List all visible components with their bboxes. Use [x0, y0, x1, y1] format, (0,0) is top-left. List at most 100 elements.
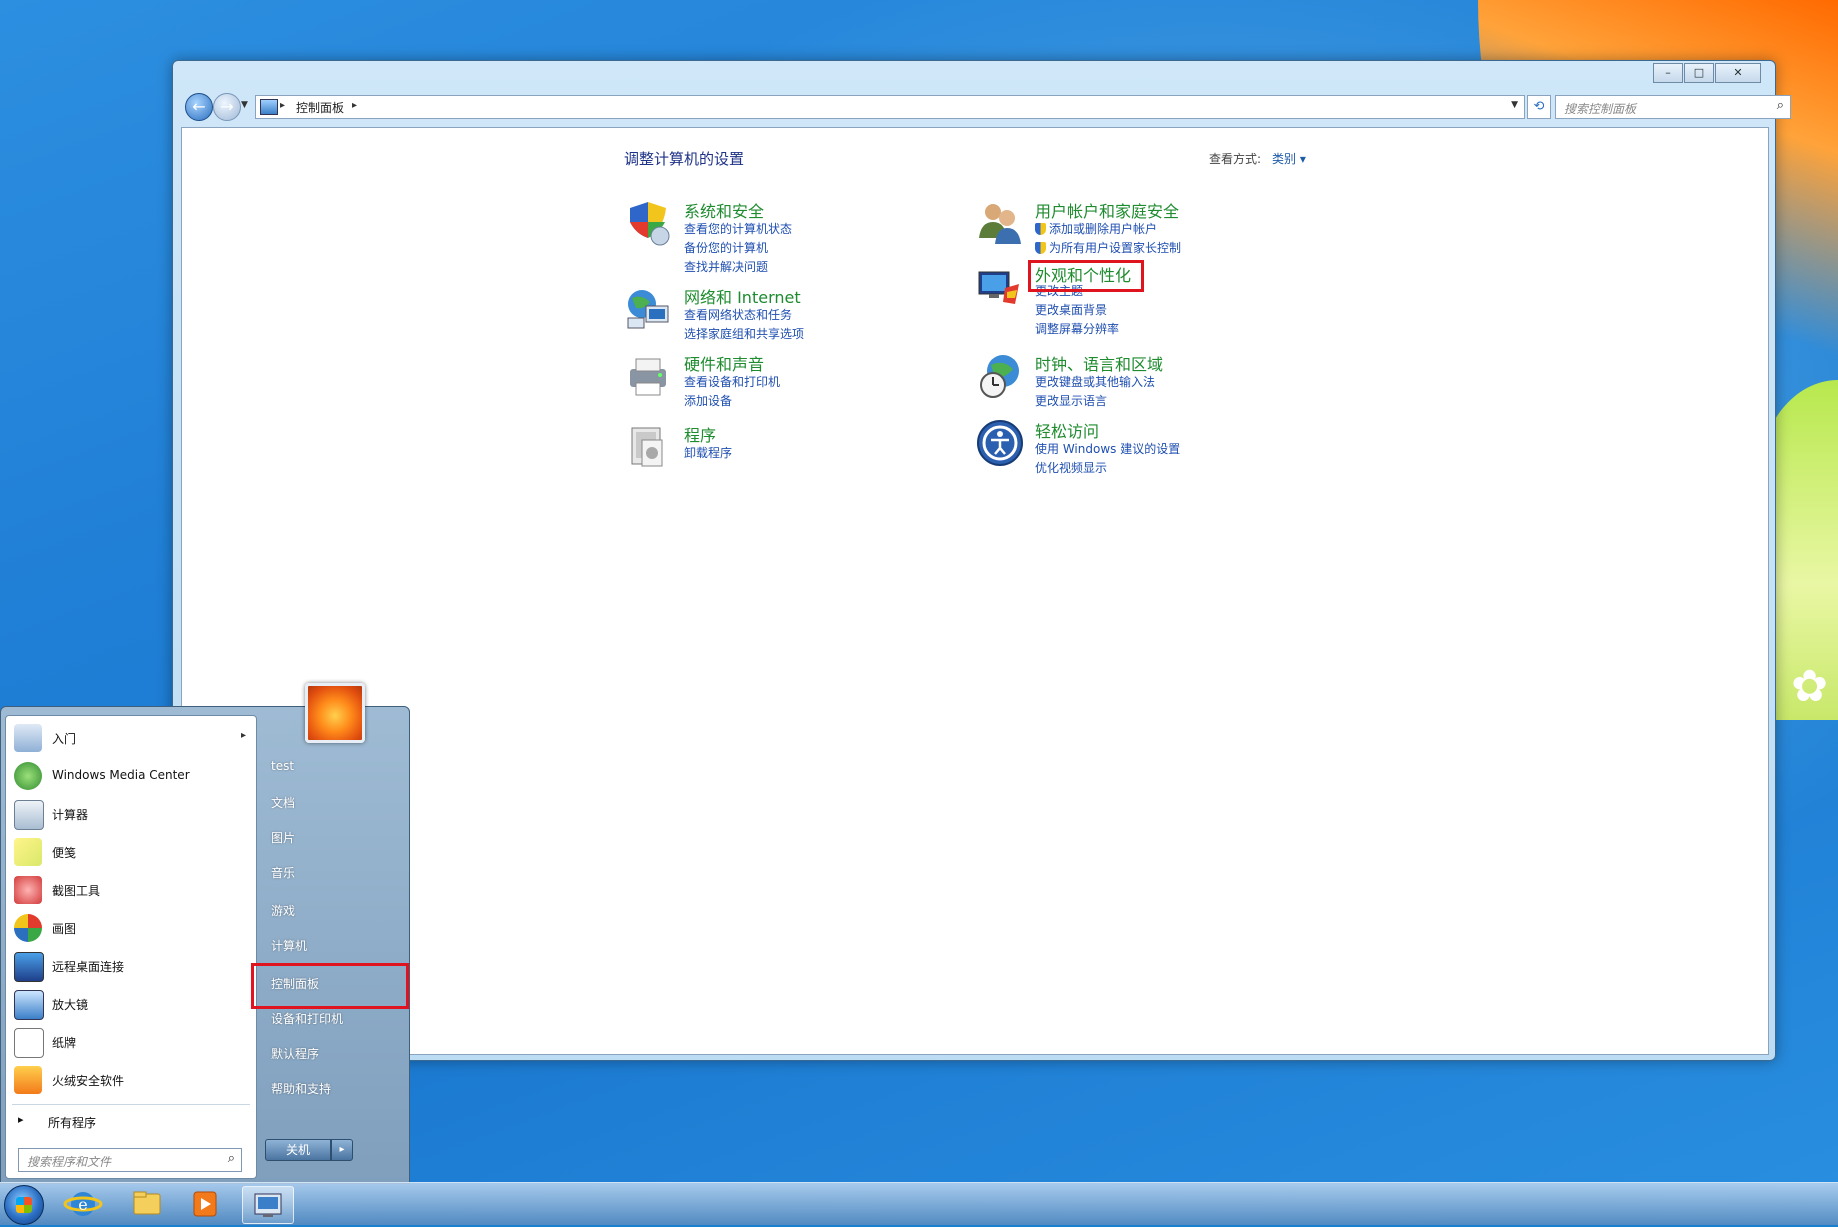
- shutdown-button[interactable]: 关机: [265, 1139, 331, 1161]
- calculator-icon: [14, 800, 44, 830]
- shield-icon[interactable]: [624, 198, 674, 248]
- start-search-input[interactable]: 搜索程序和文件 ⌕: [18, 1148, 242, 1172]
- start-item-label: 画图: [52, 922, 77, 936]
- network-globe-icon[interactable]: [624, 284, 674, 334]
- refresh-button[interactable]: ⟲: [1527, 95, 1551, 119]
- playing-card-icon: [14, 1028, 44, 1058]
- user-avatar[interactable]: [305, 683, 365, 743]
- scissors-icon: [14, 876, 42, 904]
- media-center-icon: [14, 762, 42, 790]
- start-item-remote-desktop[interactable]: 远程桌面连接: [10, 948, 252, 984]
- start-item-paint[interactable]: 画图: [10, 910, 252, 946]
- internet-explorer-icon: e: [63, 1192, 103, 1216]
- start-right-music[interactable]: 音乐: [271, 864, 295, 881]
- start-right-documents[interactable]: 文档: [271, 794, 295, 811]
- chevron-right-icon[interactable]: ▸: [280, 100, 285, 111]
- start-item-label: 便笺: [52, 846, 77, 860]
- start-right-default-programs[interactable]: 默认程序: [271, 1045, 319, 1062]
- chevron-right-icon[interactable]: ▸: [241, 730, 246, 741]
- start-right-devices-printers[interactable]: 设备和打印机: [271, 1010, 343, 1027]
- start-item-getting-started[interactable]: 入门 ▸: [10, 720, 252, 756]
- category-link[interactable]: 查看网络状态和任务: [684, 306, 792, 323]
- start-right-user[interactable]: test: [271, 759, 294, 773]
- start-item-magnifier[interactable]: 放大镜: [10, 986, 252, 1022]
- search-control-panel-input[interactable]: 搜索控制面板 ⌕: [1555, 95, 1791, 119]
- start-item-snipping-tool[interactable]: 截图工具: [10, 872, 252, 908]
- control-panel-window: – □ ✕ ← → ▼ ▸ 控制面板 ▸ ▼ ⟲ 搜索控制面板 ⌕ 调整计算机的…: [172, 60, 1791, 1061]
- search-icon[interactable]: ⌕: [1777, 98, 1784, 113]
- control-panel-icon: [260, 99, 278, 115]
- address-dropdown-icon[interactable]: ▼: [1511, 100, 1518, 110]
- magnifier-icon: [14, 990, 44, 1020]
- category-link[interactable]: 卸载程序: [684, 444, 732, 461]
- taskbar-windows-explorer[interactable]: [122, 1186, 172, 1222]
- address-bar[interactable]: ▸ 控制面板 ▸ ▼: [255, 95, 1525, 119]
- all-programs-button[interactable]: ▸ 所有程序: [10, 1108, 252, 1134]
- users-icon[interactable]: [975, 198, 1025, 248]
- category-link[interactable]: 为所有用户设置家长控制: [1035, 239, 1181, 256]
- chevron-right-icon[interactable]: ▸: [352, 100, 357, 111]
- search-icon[interactable]: ⌕: [228, 1151, 235, 1166]
- category-link[interactable]: 添加或删除用户帐户: [1035, 220, 1157, 237]
- maximize-button[interactable]: □: [1684, 63, 1714, 83]
- start-right-computer[interactable]: 计算机: [271, 937, 307, 954]
- category-title[interactable]: 轻松访问: [1035, 418, 1099, 442]
- start-item-huorong[interactable]: 火绒安全软件: [10, 1062, 252, 1098]
- breadcrumb-control-panel[interactable]: 控制面板: [296, 99, 344, 116]
- category-link[interactable]: 添加设备: [684, 392, 732, 409]
- category-link[interactable]: 选择家庭组和共享选项: [684, 325, 804, 342]
- taskbar-internet-explorer[interactable]: e: [58, 1186, 108, 1222]
- chevron-right-icon: ▸: [18, 1113, 24, 1126]
- programs-icon[interactable]: [624, 422, 674, 472]
- category-title[interactable]: 用户帐户和家庭安全: [1035, 198, 1179, 222]
- category-link[interactable]: 优化视频显示: [1035, 459, 1107, 476]
- all-programs-label: 所有程序: [48, 1116, 97, 1130]
- content-pane: 调整计算机的设置 查看方式: 类别 ▾ 系统和安全 查看您的计算机状态 备份您的…: [181, 127, 1769, 1055]
- search-placeholder: 搜索控制面板: [1564, 102, 1637, 116]
- category-link[interactable]: 调整屏幕分辨率: [1035, 320, 1119, 337]
- printer-icon[interactable]: [624, 351, 674, 401]
- category-title[interactable]: 硬件和声音: [684, 351, 764, 375]
- start-right-help-support[interactable]: 帮助和支持: [271, 1080, 331, 1097]
- start-item-calculator[interactable]: 计算器: [10, 796, 252, 832]
- category-link[interactable]: 更改显示语言: [1035, 392, 1107, 409]
- appearance-icon[interactable]: [975, 264, 1025, 314]
- back-button[interactable]: ←: [185, 93, 213, 121]
- start-item-label: Windows Media Center: [52, 768, 190, 782]
- getting-started-icon: [14, 724, 42, 752]
- view-by-dropdown[interactable]: 类别 ▾: [1272, 150, 1306, 167]
- start-right-pictures[interactable]: 图片: [271, 829, 295, 846]
- category-link[interactable]: 查看您的计算机状态: [684, 220, 792, 237]
- forward-button[interactable]: →: [213, 93, 241, 121]
- clock-globe-icon[interactable]: [975, 351, 1025, 401]
- category-link[interactable]: 更改键盘或其他输入法: [1035, 373, 1155, 390]
- category-title[interactable]: 网络和 Internet: [684, 284, 801, 308]
- start-item-sticky-notes[interactable]: 便笺: [10, 834, 252, 870]
- recent-pages-dropdown[interactable]: ▼: [241, 100, 248, 110]
- category-title[interactable]: 程序: [684, 422, 716, 446]
- category-link[interactable]: 查找并解决问题: [684, 258, 768, 275]
- category-link[interactable]: 使用 Windows 建议的设置: [1035, 440, 1180, 457]
- close-button[interactable]: ✕: [1715, 63, 1761, 83]
- start-right-games[interactable]: 游戏: [271, 902, 295, 919]
- shutdown-options-button[interactable]: ▸: [331, 1139, 353, 1161]
- taskbar-media-player[interactable]: [180, 1186, 230, 1222]
- remote-desktop-icon: [14, 952, 44, 982]
- start-menu-divider: [12, 1104, 250, 1105]
- minimize-button[interactable]: –: [1653, 63, 1683, 83]
- highlight-appearance-box: [1028, 260, 1144, 292]
- category-title[interactable]: 时钟、语言和区域: [1035, 351, 1163, 375]
- category-title[interactable]: 系统和安全: [684, 198, 764, 222]
- category-link[interactable]: 查看设备和打印机: [684, 373, 780, 390]
- taskbar-control-panel[interactable]: [242, 1186, 294, 1224]
- ease-of-access-icon[interactable]: [975, 418, 1025, 468]
- start-search-placeholder: 搜索程序和文件: [27, 1155, 112, 1169]
- highlight-control-panel-box: [251, 963, 409, 1009]
- category-link[interactable]: 更改桌面背景: [1035, 301, 1107, 318]
- start-button[interactable]: [4, 1185, 44, 1225]
- caption-buttons: – □ ✕: [1652, 63, 1761, 83]
- start-item-media-center[interactable]: Windows Media Center: [10, 758, 252, 794]
- category-link[interactable]: 备份您的计算机: [684, 239, 768, 256]
- control-panel-icon: [254, 1193, 282, 1217]
- start-item-solitaire[interactable]: 纸牌: [10, 1024, 252, 1060]
